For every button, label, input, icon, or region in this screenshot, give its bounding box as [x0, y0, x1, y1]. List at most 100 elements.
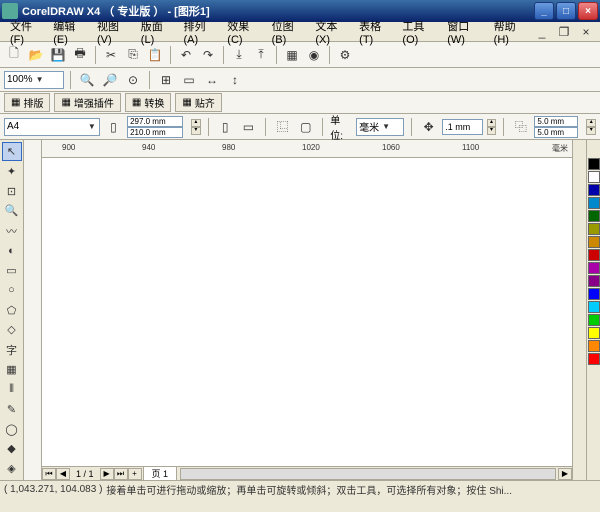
close-button[interactable]: × [578, 2, 598, 20]
menu-file[interactable]: 文件(F) [4, 16, 47, 48]
orientation-portrait-icon[interactable]: ▯ [104, 117, 123, 137]
portrait-icon[interactable]: ▯ [216, 117, 235, 137]
zoom-width-icon[interactable]: ↔ [202, 70, 222, 90]
color-swatch[interactable] [588, 197, 600, 209]
scroll-right-button[interactable]: ▶ [558, 468, 572, 480]
color-swatch[interactable] [588, 249, 600, 261]
import-icon[interactable]: ⤓ [229, 45, 249, 65]
first-page-button[interactable]: ⏮ [42, 468, 56, 480]
welcome-icon[interactable]: ◉ [304, 45, 324, 65]
dup-x-field[interactable]: 5.0 mm [534, 116, 578, 127]
table-tool-icon[interactable]: ▦ [2, 360, 22, 379]
redo-icon[interactable]: ↷ [198, 45, 218, 65]
pick-tool-icon[interactable]: ↖ [2, 142, 22, 161]
menu-view[interactable]: 视图(V) [91, 16, 135, 48]
module-layout[interactable]: ▦ 排版 [4, 93, 50, 112]
color-swatch[interactable] [588, 236, 600, 248]
zoom-all-icon[interactable]: ⊞ [156, 70, 176, 90]
new-icon[interactable]: 🗋 [4, 45, 24, 65]
zoom-combo[interactable]: 100%▼ [4, 71, 64, 89]
menu-bitmap[interactable]: 位图(B) [266, 16, 310, 48]
page-navigator: ⏮ ◀ 1 / 1 ▶ ⏭ + 页 1 ▶ [42, 466, 572, 480]
fill-tool-icon[interactable]: ◆ [2, 439, 22, 458]
page-tab[interactable]: 页 1 [143, 466, 178, 481]
module-snap[interactable]: ▦ 贴齐 [175, 93, 221, 112]
color-swatch[interactable] [588, 210, 600, 222]
menu-help[interactable]: 帮助(H) [488, 16, 532, 48]
options-icon[interactable]: ⚙ [335, 45, 355, 65]
crop-tool-icon[interactable]: ⊡ [2, 182, 22, 201]
eyedropper-icon[interactable]: ✎ [2, 400, 22, 419]
scrollbar-horizontal[interactable] [180, 468, 556, 480]
current-page-icon[interactable]: ▢ [296, 117, 315, 137]
doc-close-button[interactable]: × [576, 22, 596, 42]
page-height-field[interactable]: 210.0 mm [127, 127, 183, 138]
all-pages-icon[interactable]: ⿺ [273, 117, 292, 137]
interactive-fill-icon[interactable]: ◈ [2, 459, 22, 478]
text-tool-icon[interactable]: 字 [2, 340, 22, 359]
freehand-tool-icon[interactable]: 〰 [2, 221, 22, 240]
print-icon[interactable]: 🖶 [70, 45, 90, 65]
shape-tool-icon[interactable]: ✦ [2, 162, 22, 181]
rectangle-tool-icon[interactable]: ▭ [2, 261, 22, 280]
color-swatch[interactable] [588, 171, 600, 183]
color-swatch[interactable] [588, 262, 600, 274]
paste-icon[interactable]: 📋 [145, 45, 165, 65]
menu-effects[interactable]: 效果(C) [221, 16, 265, 48]
doc-restore-button[interactable]: ❐ [554, 22, 574, 42]
color-swatch[interactable] [588, 301, 600, 313]
color-swatch[interactable] [588, 340, 600, 352]
zoom-tool-icon[interactable]: 🔍 [2, 201, 22, 220]
module-plugins[interactable]: ▦ 增强插件 [54, 93, 120, 112]
menu-text[interactable]: 文本(X) [309, 16, 353, 48]
minimize-button[interactable]: _ [534, 2, 554, 20]
ellipse-tool-icon[interactable]: ○ [2, 281, 22, 300]
open-icon[interactable]: 📂 [26, 45, 46, 65]
scrollbar-vertical[interactable] [572, 140, 586, 480]
menu-tools[interactable]: 工具(O) [396, 16, 441, 48]
color-swatch[interactable] [588, 275, 600, 287]
menu-edit[interactable]: 编辑(E) [47, 16, 91, 48]
canvas[interactable] [42, 158, 572, 466]
zoom-height-icon[interactable]: ↕ [225, 70, 245, 90]
landscape-icon[interactable]: ▭ [239, 117, 258, 137]
prev-page-button[interactable]: ◀ [56, 468, 70, 480]
undo-icon[interactable]: ↶ [176, 45, 196, 65]
add-page-button[interactable]: + [128, 468, 142, 480]
module-transform[interactable]: ▦ 转换 [125, 93, 171, 112]
save-icon[interactable]: 💾 [48, 45, 68, 65]
outline-tool-icon[interactable]: ◯ [2, 420, 22, 439]
color-swatch[interactable] [588, 353, 600, 365]
units-combo[interactable]: 毫米▼ [356, 118, 404, 136]
menu-arrange[interactable]: 排列(A) [178, 16, 222, 48]
color-swatch[interactable] [588, 158, 600, 170]
menu-layout[interactable]: 版面(L) [135, 16, 178, 48]
color-swatch[interactable] [588, 327, 600, 339]
zoom-page-icon[interactable]: ▭ [179, 70, 199, 90]
export-icon[interactable]: ⤒ [251, 45, 271, 65]
paper-size-combo[interactable]: A4▼ [4, 118, 100, 136]
doc-minimize-button[interactable]: _ [532, 22, 552, 42]
color-swatch[interactable] [588, 184, 600, 196]
page-width-field[interactable]: 297.0 mm [127, 116, 183, 127]
menu-table[interactable]: 表格(T) [353, 16, 396, 48]
zoom-out-icon[interactable]: 🔎 [100, 70, 120, 90]
app-launcher-icon[interactable]: ▦ [282, 45, 302, 65]
basic-shapes-icon[interactable]: ◇ [2, 320, 22, 339]
dup-y-field[interactable]: 5.0 mm [534, 127, 578, 138]
last-page-button[interactable]: ⏭ [114, 468, 128, 480]
color-swatch[interactable] [588, 314, 600, 326]
zoom-in-icon[interactable]: 🔍 [77, 70, 97, 90]
next-page-button[interactable]: ▶ [100, 468, 114, 480]
color-swatch[interactable] [588, 223, 600, 235]
color-swatch[interactable] [588, 288, 600, 300]
polygon-tool-icon[interactable]: ⬠ [2, 301, 22, 320]
copy-icon[interactable]: ⎘ [123, 45, 143, 65]
cut-icon[interactable]: ✂ [101, 45, 121, 65]
zoom-selection-icon[interactable]: ⊙ [123, 70, 143, 90]
maximize-button[interactable]: □ [556, 2, 576, 20]
blend-tool-icon[interactable]: ⫴ [2, 380, 22, 399]
smart-fill-icon[interactable]: ◐ [2, 241, 22, 260]
menu-window[interactable]: 窗口(W) [441, 16, 487, 48]
nudge-field[interactable]: .1 mm [442, 119, 482, 135]
